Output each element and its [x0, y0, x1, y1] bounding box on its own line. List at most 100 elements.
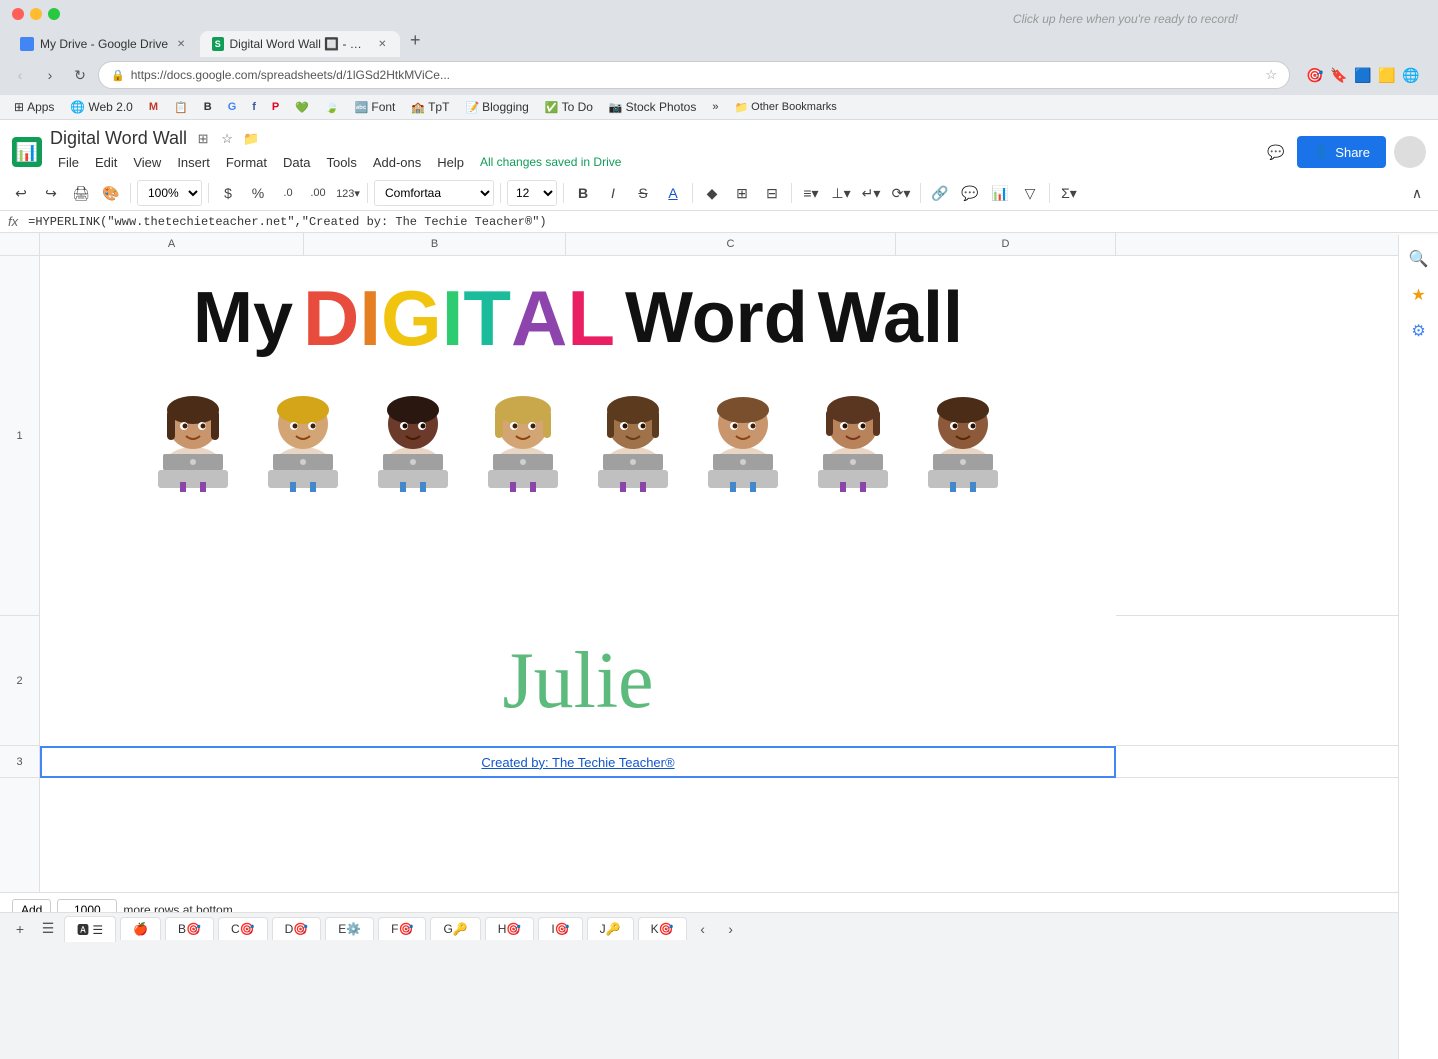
link-button[interactable]: 🔗: [927, 180, 953, 206]
hide-formula-bar[interactable]: ∧: [1404, 180, 1430, 206]
zoom-select[interactable]: 100%: [137, 180, 202, 206]
bookmark-pinterest[interactable]: P: [266, 99, 285, 115]
bookmark-star-icon[interactable]: ☆: [1265, 67, 1277, 83]
col-header-b[interactable]: B: [304, 233, 566, 255]
bookmark-gmail[interactable]: M: [143, 99, 164, 115]
currency-button[interactable]: $: [215, 180, 241, 206]
italic-button[interactable]: I: [600, 180, 626, 206]
borders-button[interactable]: ⊞: [729, 180, 755, 206]
ext-icon-4[interactable]: 🟨: [1376, 64, 1398, 86]
sheet-tab-apple[interactable]: 🍎: [120, 917, 161, 940]
sheet-tab-i[interactable]: I🎯: [538, 917, 582, 940]
chart-button[interactable]: 📊: [987, 180, 1013, 206]
text-color-button[interactable]: A: [660, 180, 686, 206]
tab-sheets-close[interactable]: ✕: [377, 37, 388, 51]
comment-cell-button[interactable]: 💬: [957, 180, 983, 206]
ext-icon-3[interactable]: 🟦: [1352, 64, 1374, 86]
sheet-tab-h[interactable]: H🎯: [485, 917, 535, 940]
sidebar-settings-icon[interactable]: ⚙: [1403, 315, 1435, 347]
more-formats-button[interactable]: 123▾: [335, 180, 361, 206]
sheet-tab-b[interactable]: B🎯: [165, 917, 214, 940]
col-header-a[interactable]: A: [40, 233, 304, 255]
bookmark-other[interactable]: 📁 Other Bookmarks: [728, 99, 842, 116]
bookmark-font[interactable]: 🔤 Font: [349, 98, 402, 116]
row-num-1[interactable]: 1: [0, 256, 39, 616]
menu-file[interactable]: File: [50, 151, 87, 174]
sidebar-explore-icon[interactable]: 🔍: [1403, 243, 1435, 275]
maximize-button[interactable]: [48, 8, 60, 20]
percent-button[interactable]: %: [245, 180, 271, 206]
redo-button[interactable]: ↪: [38, 180, 64, 206]
menu-tools[interactable]: Tools: [318, 151, 364, 174]
merge-button[interactable]: ⊟: [759, 180, 785, 206]
sheet-tab-f[interactable]: F🎯: [378, 917, 426, 940]
ext-icon-2[interactable]: 🔖: [1328, 64, 1350, 86]
decimal-00-button[interactable]: .00: [305, 180, 331, 206]
font-select[interactable]: Comfortaa: [374, 180, 494, 206]
minimize-button[interactable]: [30, 8, 42, 20]
sheet-tab-k[interactable]: K🎯: [638, 917, 687, 940]
sheet-tab-a[interactable]: 🅰 ☰: [64, 916, 116, 942]
tab-drive-close[interactable]: ✕: [174, 37, 188, 51]
col-header-d[interactable]: D: [896, 233, 1116, 255]
bookmark-more[interactable]: »: [706, 99, 724, 115]
paint-format-button[interactable]: 🎨: [98, 180, 124, 206]
sheet-tab-j[interactable]: J🔑: [587, 917, 634, 940]
sheet-tab-g[interactable]: G🔑: [430, 917, 480, 940]
bookmark-tpt[interactable]: 🏫 TpT: [405, 98, 455, 116]
link-text[interactable]: Created by: The Techie Teacher®: [481, 755, 674, 770]
tab-drive[interactable]: My Drive - Google Drive ✕: [8, 31, 200, 57]
close-button[interactable]: [12, 8, 24, 20]
font-size-select[interactable]: 12: [507, 180, 557, 206]
bookmark-fb[interactable]: f: [246, 99, 262, 115]
bookmark-web20[interactable]: 🌐 Web 2.0: [64, 98, 138, 116]
bookmark-tpt-leaf[interactable]: 🍃: [319, 99, 345, 116]
forward-button[interactable]: ›: [38, 63, 62, 87]
bold-button[interactable]: B: [570, 180, 596, 206]
rotate-button[interactable]: ⟳▾: [888, 180, 914, 206]
bookmark-blogging[interactable]: 📝 Blogging: [459, 98, 534, 116]
bookmark-apps[interactable]: ⊞ Apps: [8, 98, 60, 116]
row-num-2[interactable]: 2: [0, 616, 39, 746]
address-field[interactable]: 🔒 https://docs.google.com/spreadsheets/d…: [98, 61, 1290, 89]
title-grid-icon[interactable]: ⊞: [193, 129, 213, 149]
sidebar-star-icon[interactable]: ★: [1403, 279, 1435, 311]
menu-help[interactable]: Help: [429, 151, 472, 174]
back-button[interactable]: ‹: [8, 63, 32, 87]
select-all-corner[interactable]: [0, 233, 40, 255]
add-sheet-button[interactable]: +: [8, 917, 32, 941]
filter-button[interactable]: ▽: [1017, 180, 1043, 206]
comment-button[interactable]: 💬: [1263, 139, 1289, 165]
wrap-button[interactable]: ↵▾: [858, 180, 884, 206]
row-num-3[interactable]: 3: [0, 746, 39, 778]
col-header-c[interactable]: C: [566, 233, 896, 255]
bookmark-todo[interactable]: ✅ To Do: [539, 98, 599, 116]
bookmark-google-g[interactable]: G: [222, 99, 243, 115]
sheets-menu-button[interactable]: ☰: [36, 917, 60, 941]
fill-color-button[interactable]: ◆: [699, 180, 725, 206]
link-cell[interactable]: Created by: The Techie Teacher®: [40, 746, 1116, 778]
strikethrough-button[interactable]: S: [630, 180, 656, 206]
menu-view[interactable]: View: [125, 151, 169, 174]
banner-cell[interactable]: My D I G I T A L Word Wall: [40, 256, 1116, 616]
name-cell[interactable]: Julie: [40, 616, 1116, 746]
share-button[interactable]: 👤 Share: [1297, 136, 1386, 168]
menu-data[interactable]: Data: [275, 151, 318, 174]
prev-sheet-button[interactable]: ‹: [691, 917, 715, 941]
sheet-tab-d[interactable]: D🎯: [272, 917, 322, 940]
ext-icon-1[interactable]: 🎯: [1304, 64, 1326, 86]
new-tab-button[interactable]: +: [400, 24, 431, 57]
decimal-0-button[interactable]: .0: [275, 180, 301, 206]
menu-edit[interactable]: Edit: [87, 151, 125, 174]
next-sheet-button[interactable]: ›: [719, 917, 743, 941]
menu-insert[interactable]: Insert: [169, 151, 218, 174]
function-button[interactable]: Σ▾: [1056, 180, 1082, 206]
title-folder-icon[interactable]: 📁: [241, 129, 261, 149]
menu-addons[interactable]: Add-ons: [365, 151, 429, 174]
align-button[interactable]: ≡▾: [798, 180, 824, 206]
tab-sheets[interactable]: S Digital Word Wall 🔲 - Google ... ✕: [200, 31, 400, 57]
ext-icon-5[interactable]: 🌐: [1400, 64, 1422, 86]
menu-format[interactable]: Format: [218, 151, 275, 174]
undo-button[interactable]: ↩: [8, 180, 34, 206]
reload-button[interactable]: ↻: [68, 63, 92, 87]
